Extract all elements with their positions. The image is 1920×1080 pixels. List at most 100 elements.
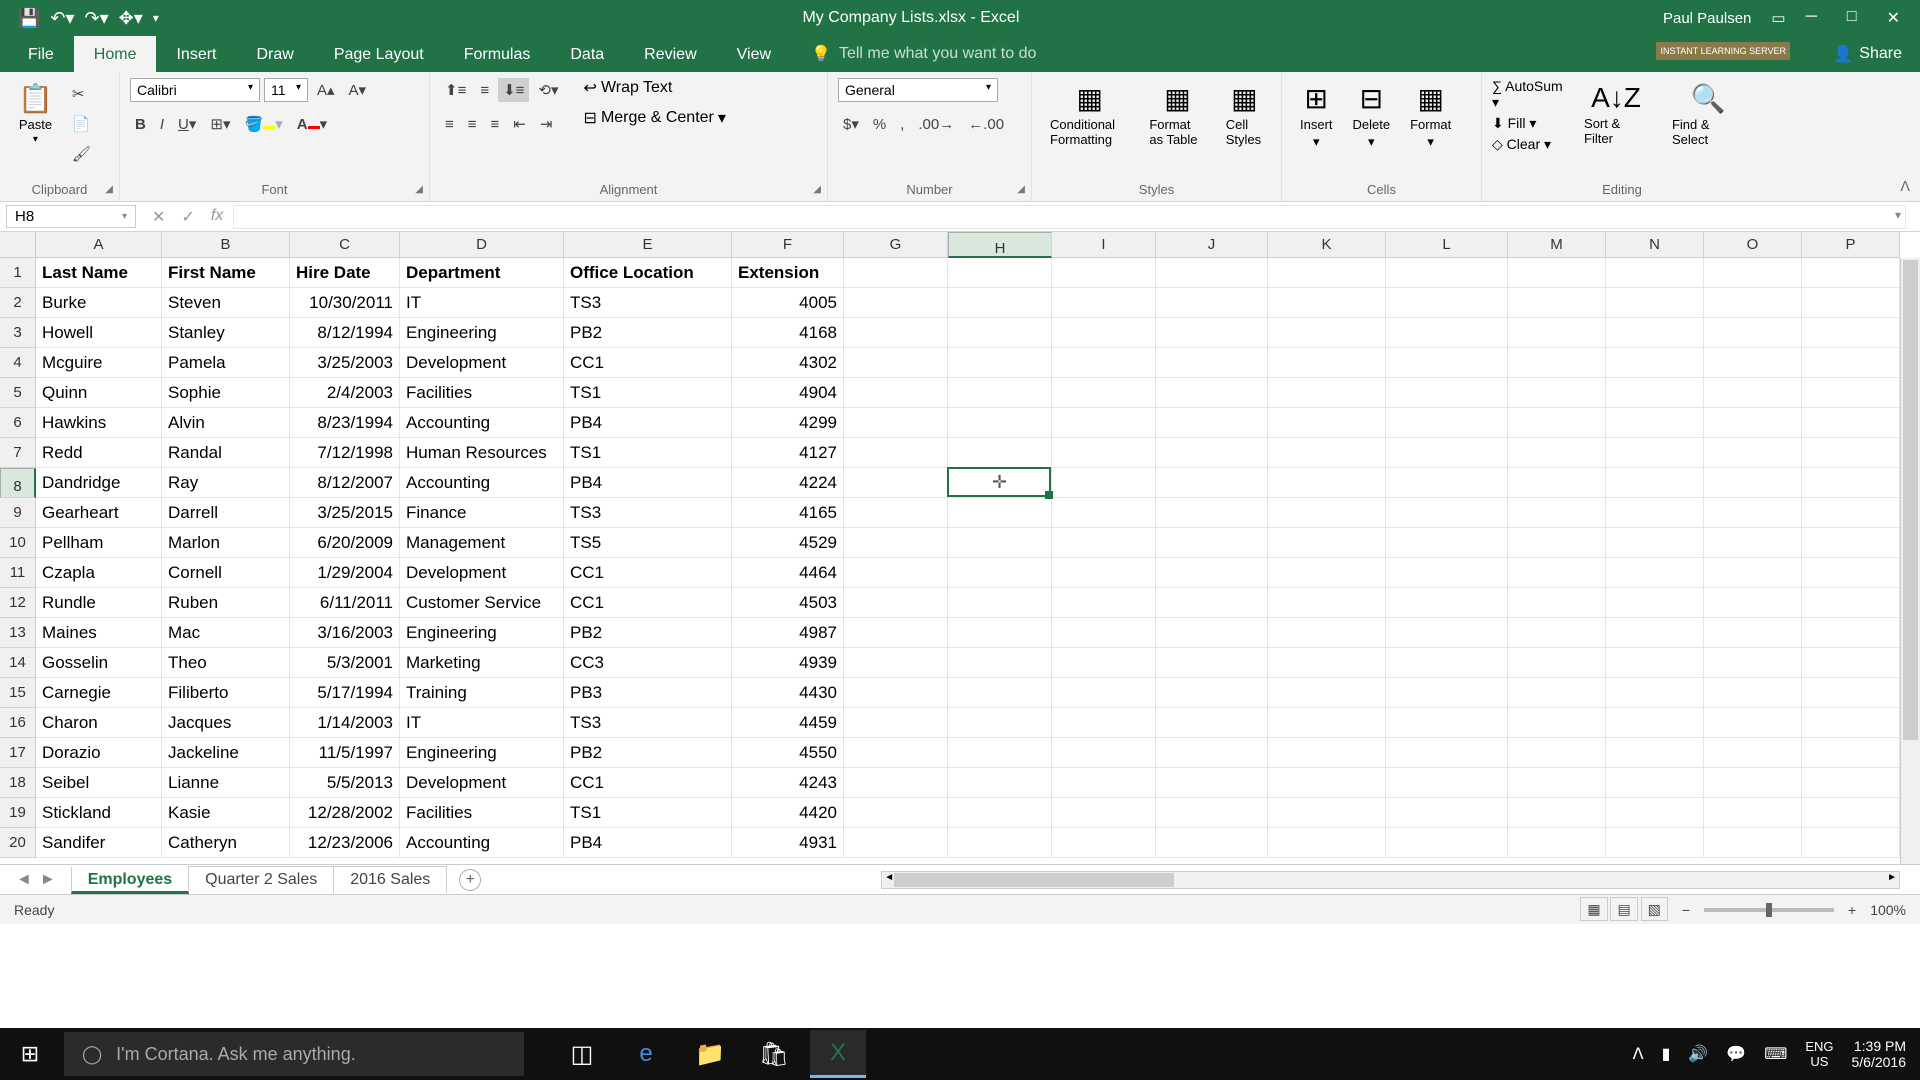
cell[interactable] [1508, 828, 1606, 858]
cell[interactable]: 11/5/1997 [290, 738, 400, 768]
cell[interactable]: PB4 [564, 468, 732, 498]
cell[interactable]: Development [400, 558, 564, 588]
sort-filter-button[interactable]: A↓ZSort & Filter [1576, 78, 1656, 153]
vertical-scrollbar[interactable] [1900, 258, 1920, 864]
cell[interactable]: PB2 [564, 618, 732, 648]
cell[interactable]: Ray [162, 468, 290, 498]
cell[interactable] [1704, 618, 1802, 648]
row-header[interactable]: 11 [0, 558, 36, 588]
cell[interactable] [1802, 648, 1900, 678]
clipboard-launcher-icon[interactable]: ◢ [105, 184, 113, 195]
cell[interactable]: 4302 [732, 348, 844, 378]
increase-decimal-icon[interactable]: .00→ [913, 113, 959, 136]
cell[interactable] [1052, 828, 1156, 858]
alignment-launcher-icon[interactable]: ◢ [813, 184, 821, 195]
cell[interactable] [1386, 828, 1508, 858]
cell[interactable]: 5/5/2013 [290, 768, 400, 798]
cell[interactable] [1052, 258, 1156, 288]
cell[interactable]: 8/23/1994 [290, 408, 400, 438]
cell[interactable]: 4987 [732, 618, 844, 648]
cell[interactable]: Rundle [36, 588, 162, 618]
cell[interactable]: 6/20/2009 [290, 528, 400, 558]
cell[interactable] [1268, 708, 1386, 738]
cell[interactable]: Stanley [162, 318, 290, 348]
copy-icon[interactable]: 📄 [67, 112, 96, 136]
cell[interactable]: 4243 [732, 768, 844, 798]
cell[interactable]: Randal [162, 438, 290, 468]
cell[interactable] [1052, 438, 1156, 468]
formula-bar[interactable]: ▾ [233, 205, 1906, 229]
cell[interactable] [948, 828, 1052, 858]
cell[interactable] [1156, 318, 1268, 348]
decrease-decimal-icon[interactable]: ←.00 [963, 113, 1009, 136]
row-header[interactable]: 6 [0, 408, 36, 438]
find-select-button[interactable]: 🔍Find & Select [1664, 78, 1752, 153]
cell[interactable]: CC1 [564, 588, 732, 618]
cell[interactable]: 4005 [732, 288, 844, 318]
cell[interactable] [844, 528, 948, 558]
cell[interactable] [1704, 708, 1802, 738]
collapse-ribbon-icon[interactable]: ᐱ [1900, 178, 1910, 195]
horizontal-scrollbar[interactable]: ◄ ► [881, 871, 1900, 889]
cell[interactable] [844, 648, 948, 678]
wrap-text-button[interactable]: ↩ Wrap Text [584, 78, 726, 98]
column-header[interactable]: P [1802, 232, 1900, 258]
cell[interactable] [1802, 318, 1900, 348]
cell[interactable]: IT [400, 288, 564, 318]
cell[interactable]: Kasie [162, 798, 290, 828]
cell[interactable] [1268, 468, 1386, 498]
hscroll-thumb[interactable] [894, 873, 1174, 887]
column-header[interactable]: A [36, 232, 162, 258]
cell[interactable] [1386, 678, 1508, 708]
cell[interactable] [1156, 678, 1268, 708]
cell-styles-button[interactable]: ▦Cell Styles [1218, 78, 1271, 151]
hscroll-left-icon[interactable]: ◄ [884, 872, 894, 883]
cell[interactable]: 4904 [732, 378, 844, 408]
cell[interactable]: Facilities [400, 798, 564, 828]
cell[interactable] [948, 528, 1052, 558]
cell[interactable]: TS1 [564, 798, 732, 828]
cell[interactable]: TS3 [564, 498, 732, 528]
cell[interactable]: CC1 [564, 558, 732, 588]
column-header[interactable]: K [1268, 232, 1386, 258]
row-header[interactable]: 15 [0, 678, 36, 708]
cell[interactable] [844, 468, 948, 498]
vscroll-thumb[interactable] [1903, 260, 1918, 740]
cell[interactable]: Catheryn [162, 828, 290, 858]
cell[interactable]: Redd [36, 438, 162, 468]
cell[interactable] [1052, 708, 1156, 738]
cell[interactable]: Sandifer [36, 828, 162, 858]
increase-font-icon[interactable]: A▴ [312, 78, 340, 102]
cell[interactable] [1704, 438, 1802, 468]
cell[interactable]: Carnegie [36, 678, 162, 708]
cell[interactable]: Lianne [162, 768, 290, 798]
cell[interactable]: Extension [732, 258, 844, 288]
cell[interactable] [1704, 528, 1802, 558]
cell[interactable] [1052, 588, 1156, 618]
column-header[interactable]: N [1606, 232, 1704, 258]
cell[interactable]: Marketing [400, 648, 564, 678]
cell[interactable] [948, 558, 1052, 588]
cell[interactable]: First Name [162, 258, 290, 288]
cell[interactable] [1156, 378, 1268, 408]
cell[interactable] [1606, 648, 1704, 678]
cell[interactable]: 3/25/2015 [290, 498, 400, 528]
minimize-icon[interactable]: ─ [1806, 8, 1817, 28]
cell[interactable] [844, 708, 948, 738]
battery-icon[interactable]: ▮ [1662, 1044, 1671, 1064]
cell[interactable] [948, 708, 1052, 738]
cell[interactable]: Quinn [36, 378, 162, 408]
cell[interactable] [1704, 468, 1802, 498]
cell[interactable] [1386, 588, 1508, 618]
row-header[interactable]: 3 [0, 318, 36, 348]
cell[interactable] [948, 618, 1052, 648]
cell[interactable] [948, 648, 1052, 678]
cell[interactable] [948, 738, 1052, 768]
cell[interactable] [1268, 558, 1386, 588]
cell[interactable] [844, 288, 948, 318]
cell[interactable] [1704, 588, 1802, 618]
cell[interactable] [1268, 768, 1386, 798]
column-header[interactable]: G [844, 232, 948, 258]
currency-icon[interactable]: $▾ [838, 112, 864, 136]
align-right-icon[interactable]: ≡ [486, 113, 505, 136]
